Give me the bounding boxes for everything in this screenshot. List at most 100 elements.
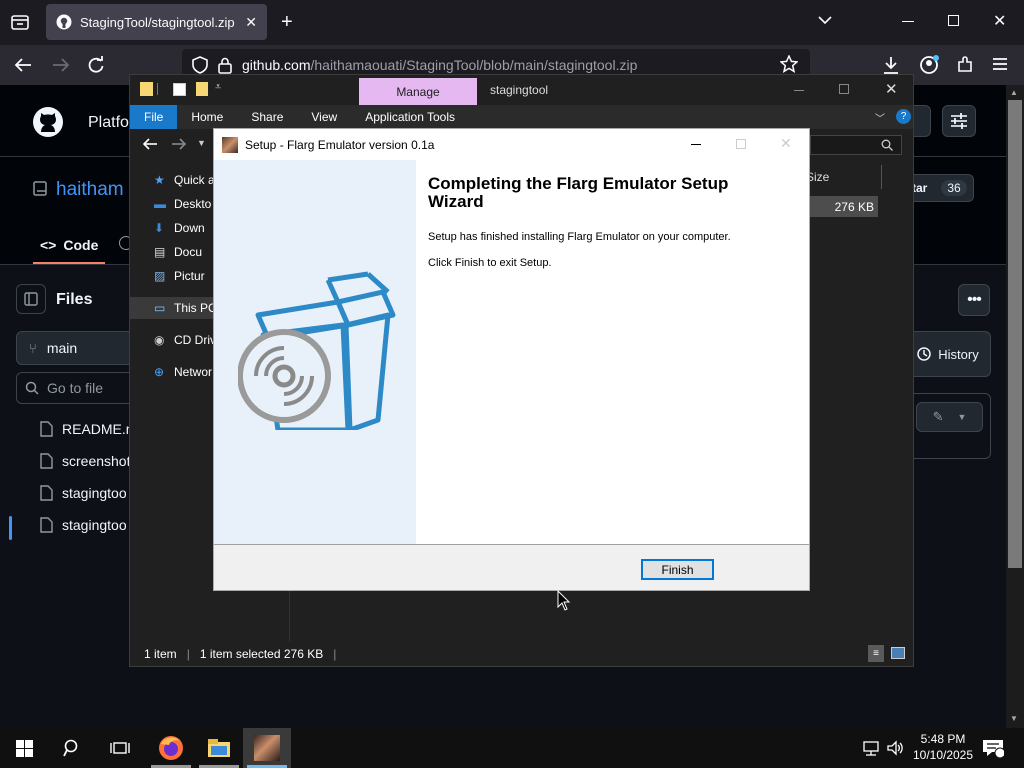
tracking-shield-icon[interactable]: [192, 56, 208, 74]
explorer-ribbon: File Home Share View Application Tools: [130, 105, 913, 129]
details-view-icon[interactable]: ≡: [868, 645, 884, 662]
explorer-search-box[interactable]: [810, 135, 902, 155]
properties-icon[interactable]: [173, 83, 186, 96]
collapse-sidebar-button[interactable]: [16, 284, 46, 314]
history-icon: [917, 347, 932, 361]
wizard-content: Completing the Flarg Emulator Setup Wiza…: [416, 160, 809, 544]
help-icon[interactable]: ?: [896, 109, 911, 124]
history-button[interactable]: History: [905, 331, 991, 377]
pencil-icon: ✎: [932, 409, 944, 424]
explorer-close-icon[interactable]: ✕: [885, 80, 898, 98]
github-favicon-icon: [56, 14, 72, 30]
lock-icon[interactable]: [218, 57, 232, 74]
this-pc-icon: ▭: [154, 301, 166, 315]
setup-titlebar: Setup - Flarg Emulator version 0.1a ✕: [214, 129, 809, 160]
task-view-button[interactable]: [96, 728, 144, 768]
command-palette-button[interactable]: [942, 105, 976, 137]
explorer-forward-icon[interactable]: [171, 137, 187, 151]
scrollbar-thumb[interactable]: [1008, 100, 1022, 568]
tab-list-icon[interactable]: [10, 13, 30, 31]
ribbon-tab-home[interactable]: Home: [177, 105, 237, 129]
forward-icon[interactable]: [52, 56, 70, 74]
new-folder-icon[interactable]: [196, 82, 208, 96]
documents-icon: ▤: [154, 245, 166, 259]
finish-button[interactable]: Finish: [641, 559, 714, 580]
explorer-minimize-icon[interactable]: [794, 90, 804, 91]
restore-window-icon[interactable]: [948, 15, 959, 26]
taskbar-file-explorer[interactable]: [195, 728, 243, 768]
file-tree-item[interactable]: stagingtoo: [40, 485, 127, 501]
volume-icon[interactable]: [886, 739, 904, 757]
branch-select[interactable]: ⑂ main: [16, 331, 146, 365]
bookmark-star-icon[interactable]: [780, 55, 798, 73]
file-name: screenshot: [62, 453, 131, 469]
mouse-cursor-icon: [557, 590, 571, 611]
extensions-icon[interactable]: [955, 55, 975, 75]
qat-dropdown-icon[interactable]: ⩡: [215, 81, 221, 94]
scroll-up-icon[interactable]: ▲: [1010, 88, 1018, 97]
setup-dialog: Setup - Flarg Emulator version 0.1a ✕ Co…: [213, 128, 810, 591]
taskbar-firefox[interactable]: [147, 728, 195, 768]
search-button[interactable]: [48, 728, 96, 768]
nav-item-label: Networ: [174, 365, 213, 379]
close-window-icon[interactable]: ✕: [993, 11, 1006, 31]
history-label: History: [938, 346, 979, 362]
ribbon-tab-share[interactable]: Share: [237, 105, 297, 129]
tab-code[interactable]: <> Code: [40, 237, 98, 253]
start-button[interactable]: [0, 728, 48, 768]
file-tree-item[interactable]: screenshot: [40, 453, 130, 469]
wizard-separator: [214, 544, 809, 545]
setup-minimize-icon[interactable]: [691, 144, 701, 145]
tab-close-icon[interactable]: ✕: [245, 14, 257, 31]
nav-item-label: Deskto: [174, 197, 212, 211]
file-icon: [40, 421, 53, 437]
setup-title: Setup - Flarg Emulator version 0.1a: [245, 137, 435, 152]
menu-icon[interactable]: [992, 57, 1008, 71]
clock[interactable]: 5:48 PM 10/10/2025: [912, 731, 974, 763]
downloads-icon[interactable]: [882, 55, 900, 75]
repo-owner-link[interactable]: haitham: [56, 179, 124, 201]
explorer-back-icon[interactable]: [142, 137, 158, 151]
edit-file-button[interactable]: ✎ ▼: [916, 402, 983, 432]
ribbon-collapse-icon[interactable]: ﹀: [875, 110, 885, 125]
nav-item-label: CD Driv: [174, 333, 216, 347]
tab-title: StagingTool/stagingtool.zip at m: [80, 14, 237, 30]
minimize-window-icon[interactable]: [902, 21, 914, 22]
file-tree-item[interactable]: README.m: [40, 421, 137, 437]
recent-locations-icon[interactable]: ▼: [197, 138, 206, 148]
ribbon-tab-view[interactable]: View: [297, 105, 351, 129]
windows-logo-icon: [15, 739, 33, 757]
tab-code-label: Code: [63, 237, 99, 253]
network-icon[interactable]: [862, 740, 880, 756]
url-domain: github.com: [242, 57, 311, 73]
explorer-title: stagingtool: [490, 83, 549, 97]
large-icons-view-icon[interactable]: [891, 647, 905, 659]
platform-menu[interactable]: Platfo: [88, 114, 129, 132]
manage-tab[interactable]: Manage: [359, 78, 477, 105]
selected-file-row[interactable]: 276 KB: [806, 196, 878, 217]
reload-icon[interactable]: [87, 56, 105, 74]
clock-date: 10/10/2025: [912, 748, 974, 762]
file-tree-item[interactable]: stagingtoo: [40, 517, 127, 533]
more-options-button[interactable]: •••: [958, 284, 990, 316]
list-all-tabs-icon[interactable]: [818, 15, 832, 25]
ribbon-tab-file[interactable]: File: [130, 105, 178, 129]
files-title: Files: [56, 291, 93, 308]
notifications-icon[interactable]: [982, 738, 1004, 758]
chevron-down-icon[interactable]: ▼: [957, 412, 966, 422]
file-icon: [40, 453, 53, 469]
ribbon-tab-application-tools[interactable]: Application Tools: [351, 105, 469, 129]
explorer-maximize-icon[interactable]: [839, 84, 849, 94]
status-bar: 1 item | 1 item selected 276 KB | ≡: [130, 641, 913, 666]
scroll-down-icon[interactable]: ▼: [1010, 714, 1018, 723]
go-to-file-input[interactable]: Go to file: [16, 372, 146, 404]
back-icon[interactable]: [14, 56, 32, 74]
status-item-count: 1 item: [144, 646, 177, 661]
account-icon[interactable]: [918, 54, 940, 76]
browser-tab-active[interactable]: StagingTool/stagingtool.zip at m ✕: [46, 4, 267, 40]
file-name: README.m: [62, 421, 138, 437]
taskbar-setup[interactable]: [243, 728, 291, 768]
new-tab-button[interactable]: +: [281, 11, 293, 34]
search-icon: [25, 381, 39, 395]
github-logo-icon[interactable]: [32, 106, 64, 138]
